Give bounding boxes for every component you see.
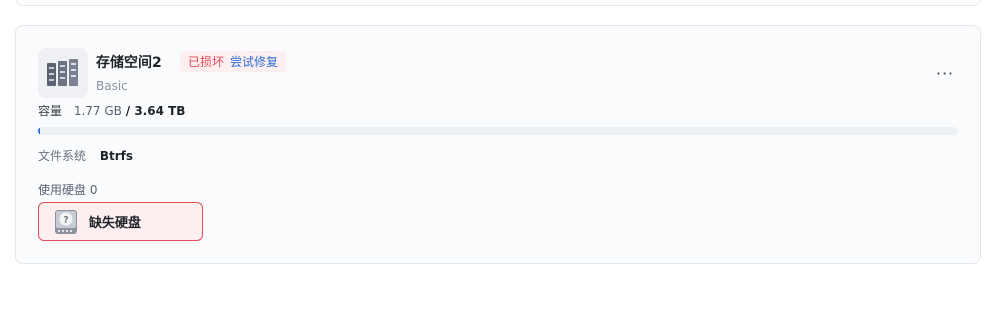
raid-type: Basic <box>96 79 128 93</box>
more-options-button[interactable]: ··· <box>934 62 956 84</box>
try-repair-link[interactable]: 尝试修复 <box>230 53 278 70</box>
capacity-progress-fill <box>38 127 40 135</box>
filesystem-row: 文件系统 Btrfs <box>38 147 133 164</box>
filesystem-label: 文件系统 <box>38 149 87 163</box>
missing-disk-label: 缺失硬盘 <box>89 216 142 231</box>
filesystem-value: Btrfs <box>99 149 134 163</box>
capacity-row: 容量 1.77 GB / 3.64 TB <box>38 102 185 119</box>
pool-title: 存储空间2 <box>96 55 162 71</box>
capacity-label: 容量 <box>38 104 63 118</box>
storage-pool-card: 存储空间2 已损坏 尝试修复 Basic ··· 容量 1.77 GB / 3.… <box>15 25 981 264</box>
disks-used-label: 使用硬盘 0 <box>38 183 98 197</box>
capacity-progress-bar <box>38 127 958 135</box>
disk-array-icon <box>38 48 88 98</box>
previous-storage-card <box>15 0 981 6</box>
capacity-total: 3.64 TB <box>134 104 186 118</box>
svg-text:?: ? <box>63 215 68 225</box>
missing-disk-icon: ? <box>53 209 79 235</box>
status-badge: 已损坏 尝试修复 <box>180 51 287 72</box>
missing-disk-button[interactable]: ? 缺失硬盘 <box>38 202 203 241</box>
status-damaged-text: 已损坏 <box>188 55 225 69</box>
capacity-used: 1.77 GB <box>73 104 122 118</box>
